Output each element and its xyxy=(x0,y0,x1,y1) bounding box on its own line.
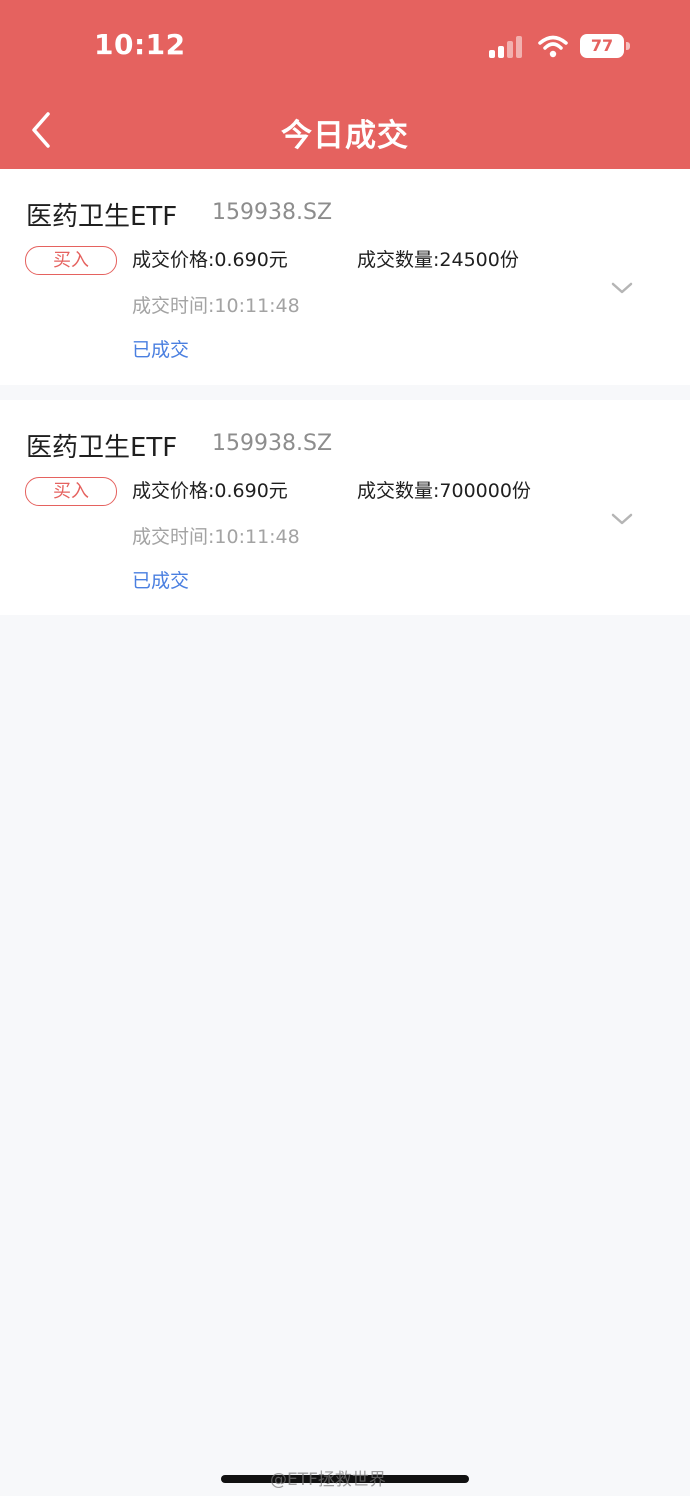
stock-name: 医药卫生ETF xyxy=(26,202,178,232)
buy-badge: 买入 xyxy=(25,477,117,506)
stock-code: 159938.SZ xyxy=(212,431,333,456)
trade-card[interactable]: 医药卫生ETF 159938.SZ 买入 成交价格:0.690元 成交数量:24… xyxy=(0,169,690,385)
stock-code: 159938.SZ xyxy=(212,200,333,225)
battery-icon: 77 xyxy=(580,34,624,58)
wifi-icon xyxy=(538,35,568,58)
trade-time: 成交时间:10:11:48 xyxy=(132,526,300,548)
page-title: 今日成交 xyxy=(281,118,409,154)
battery-tip xyxy=(626,42,630,50)
buy-badge: 买入 xyxy=(25,246,117,275)
stock-name: 医药卫生ETF xyxy=(26,433,178,463)
trade-card[interactable]: 医药卫生ETF 159938.SZ 买入 成交价格:0.690元 成交数量:70… xyxy=(0,400,690,615)
app-header: 10:12 77 今日成交 xyxy=(0,0,690,169)
trade-quantity: 成交数量:24500份 xyxy=(357,249,519,271)
trade-status: 已成交 xyxy=(132,339,190,361)
chevron-down-icon[interactable] xyxy=(608,279,636,297)
chevron-down-icon[interactable] xyxy=(608,510,636,528)
trade-status: 已成交 xyxy=(132,570,190,592)
trade-price: 成交价格:0.690元 xyxy=(132,480,288,502)
watermark: @ETF拯救世界 xyxy=(270,1470,386,1490)
status-time: 10:12 xyxy=(94,28,186,61)
trade-price: 成交价格:0.690元 xyxy=(132,249,288,271)
trade-quantity: 成交数量:700000份 xyxy=(357,480,531,502)
trade-time: 成交时间:10:11:48 xyxy=(132,295,300,317)
signal-icon xyxy=(489,36,527,58)
